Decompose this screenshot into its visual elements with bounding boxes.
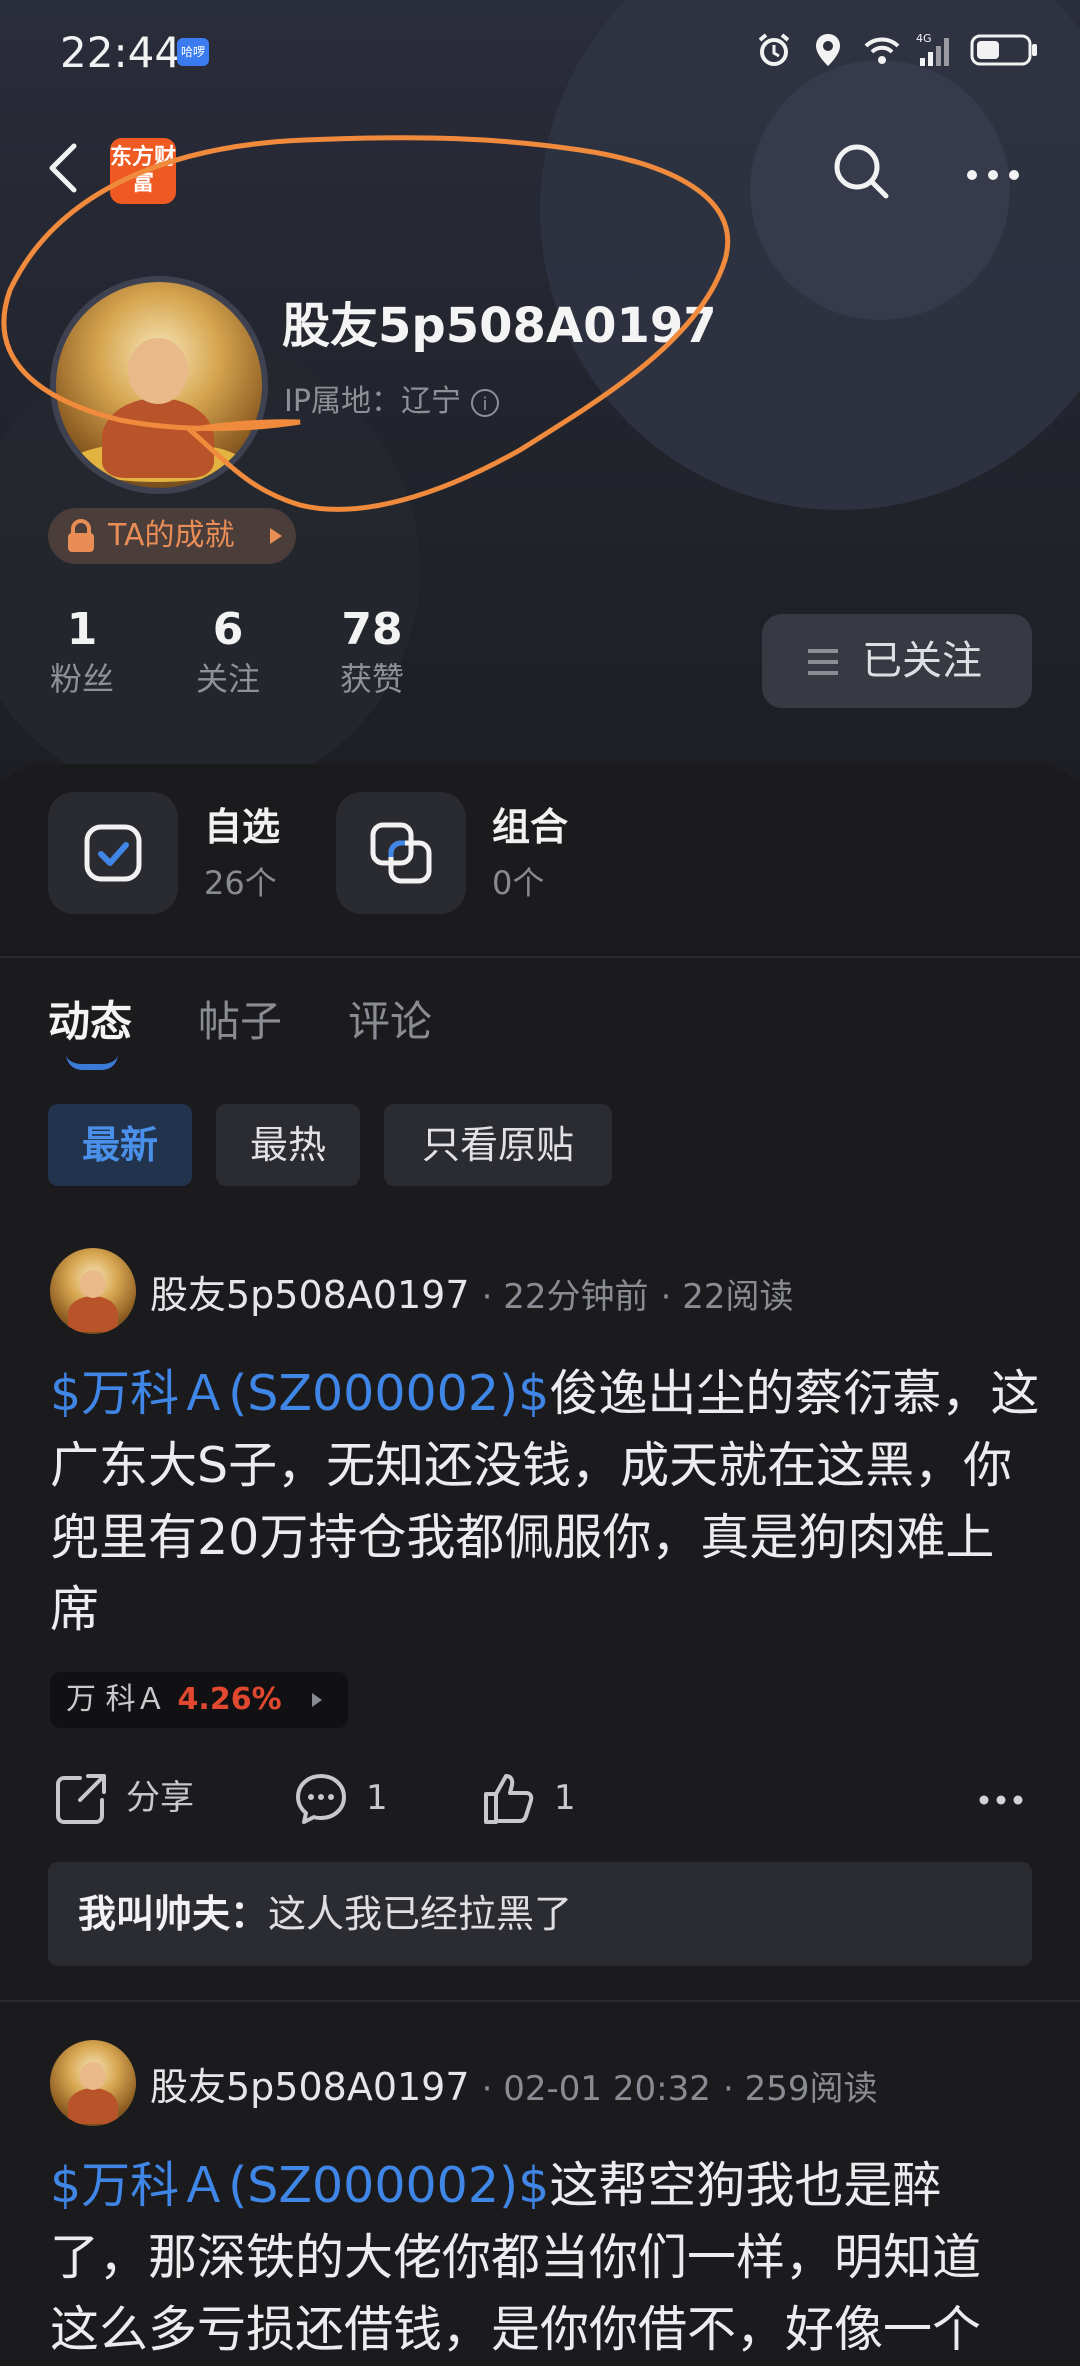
status-time: 22:44 [60,28,182,77]
followed-label: 已关注 [862,638,982,684]
comment-author[interactable]: 我叫帅夫： [78,1892,268,1936]
portfolio-icon [370,822,432,884]
status-icons: 4G [754,30,1040,70]
tab-indicator [66,1054,118,1070]
stat-label: 关注 [195,660,260,698]
location-icon [816,34,840,66]
post-author[interactable]: 股友5p508A0197 [150,2065,470,2109]
back-icon[interactable] [40,138,90,198]
meta-dot: · [481,1277,504,1317]
ip-location: IP属地：辽宁 i [284,376,499,420]
username: 股友5p508A0197 [282,298,717,354]
meta-dot: · [660,1277,683,1317]
stat-label: 获赞 [339,660,404,698]
filter-original-only[interactable]: 只看原贴 [384,1104,612,1186]
hd-badge: 哈啰 [177,38,209,66]
like-count: 1 [554,1778,576,1818]
share-icon [56,1774,106,1824]
avatar-art [68,1296,118,1332]
post-line: 了，那深铁的大佬你都当你们一样，明知道 [50,2229,982,2286]
achievements-label: TA的成就 [108,518,235,553]
post-body[interactable]: $万科Ａ(SZ000002)$俊逸出尘的蔡衍慕，这广东大S子，无知还没钱，成天就… [50,1358,1040,1646]
comment-count: 1 [366,1778,388,1818]
like-button[interactable]: 1 [482,1766,582,1830]
ip-label: IP属地：辽宁 [284,384,461,419]
avatar-art [80,2062,106,2090]
search-icon[interactable] [828,138,894,204]
watchlist-check-icon [84,824,142,882]
post-line: $万科Ａ(SZ000002)$这帮空狗我也是醉 [50,2150,1040,2222]
post-reads: 259阅读 [744,2069,878,2109]
watchlist-count: 26个 [204,864,277,902]
stock-link[interactable]: $万科Ａ(SZ000002)$ [50,2157,549,2214]
meta-dot: · [722,2069,745,2109]
avatar[interactable] [50,1248,136,1334]
achievements-button[interactable]: TA的成就 [48,508,296,564]
stat-value: 78 [341,604,403,655]
wifi-icon [864,37,900,64]
post-reads: 22阅读 [682,1277,794,1317]
top-comment[interactable]: 我叫帅夫：这人我已经拉黑了 [48,1862,1032,1966]
chevron-right-icon [270,528,282,544]
stock-name: 万 科Ａ [66,1682,166,1717]
avatar-art [68,2088,118,2124]
post-body[interactable]: $万科Ａ(SZ000002)$这帮空狗我也是醉 了，那深铁的大佬你都当你们一样，… [50,2150,1040,2366]
battery-icon [970,34,1037,66]
filter-latest[interactable]: 最新 [48,1104,192,1186]
alarm-icon [758,33,790,66]
stock-tag[interactable]: 万 科Ａ 4.26% [50,1672,348,1728]
portfolio-count: 0个 [492,864,545,902]
post-author[interactable]: 股友5p508A0197 [150,1273,470,1317]
divider [0,2000,1080,2002]
menu-icon [808,649,838,675]
more-icon[interactable] [960,145,1026,205]
stat-followers[interactable]: 1 粉丝 [46,604,118,702]
post-time: 22分钟前 [503,1277,649,1317]
stat-label: 粉丝 [49,660,114,698]
share-button[interactable]: 分享 [54,1766,214,1830]
stock-change: 4.26% [177,1682,282,1717]
stat-likes[interactable]: 78 获赞 [334,604,410,702]
post-time: 02-01 20:32 [503,2069,711,2109]
comment-icon [296,1774,346,1824]
divider [0,956,1080,958]
lock-icon [68,519,94,552]
signal-label: 4G [916,32,932,45]
meta-dot: · [481,2069,504,2109]
share-label: 分享 [126,1778,194,1818]
info-icon[interactable]: i [470,388,499,417]
avatar-art [128,338,188,404]
post-meta: 股友5p508A0197 · 02-01 20:32 · 259阅读 [150,2056,877,2111]
watchlist-card-icon[interactable] [48,792,178,914]
more-icon[interactable] [976,1780,1026,1820]
filter-hottest[interactable]: 最热 [216,1104,360,1186]
followed-button[interactable]: 已关注 [762,614,1032,708]
chevron-right-icon [312,1693,322,1707]
signal-4g-icon: 4G [916,32,949,66]
app-logo: 东方财富 [110,138,176,204]
portfolio-title[interactable]: 组合 [492,796,568,851]
thumbs-up-icon [484,1774,534,1824]
post-line: 这么多亏损还借钱，是你你借不，好像一个 [50,2301,982,2358]
watchlist-title[interactable]: 自选 [204,796,280,851]
stat-following[interactable]: 6 关注 [190,604,266,702]
tab-comments[interactable]: 评论 [348,988,432,1049]
tab-posts[interactable]: 帖子 [198,988,282,1049]
avatar[interactable] [50,2040,136,2126]
post-meta: 股友5p508A0197 · 22分钟前 · 22阅读 [150,1264,794,1319]
portfolio-card-icon[interactable] [336,792,466,914]
comment-button[interactable]: 1 [294,1766,394,1830]
stat-value: 6 [212,604,244,655]
avatar-art [80,1270,106,1298]
status-bar: 22:44 哈啰 4G [0,0,1080,110]
post-text: 这帮空狗我也是醉 [549,2157,942,2214]
avatar[interactable] [50,276,268,494]
avatar-art [102,398,214,478]
nav-bar: 东方财富 [0,110,1080,230]
tab-dynamics[interactable]: 动态 [48,988,132,1049]
stat-value: 1 [66,604,98,655]
comment-text: 这人我已经拉黑了 [268,1892,573,1936]
stock-link[interactable]: $万科Ａ(SZ000002)$ [50,1365,549,1422]
